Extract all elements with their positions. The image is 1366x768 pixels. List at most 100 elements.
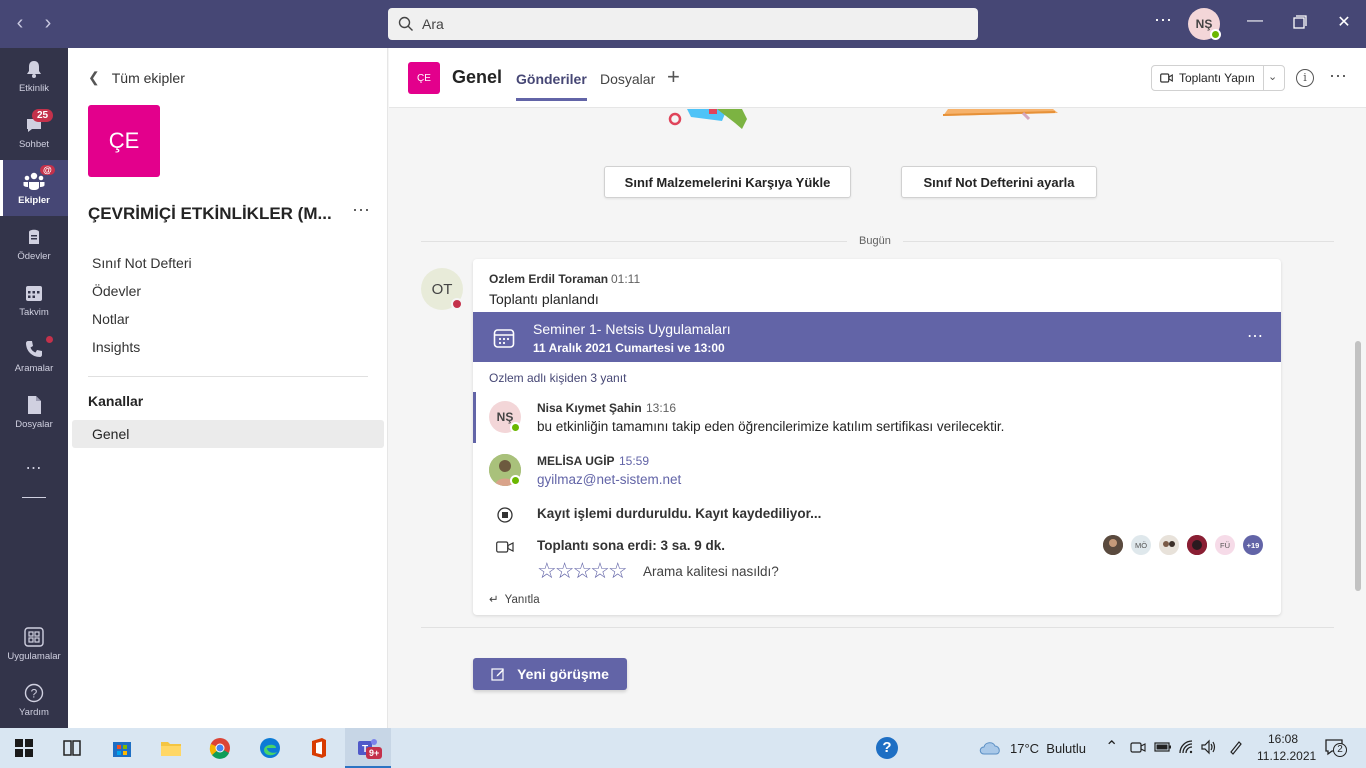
back-arrow-icon[interactable]: ‹ xyxy=(8,12,32,35)
rail-item-activity[interactable]: Etkinlik xyxy=(0,48,68,104)
help-tips-icon[interactable]: ? xyxy=(876,737,898,759)
presence-available-icon xyxy=(510,475,521,486)
panel-link-class-notebook[interactable]: Sınıf Not Defteri xyxy=(92,255,192,271)
presence-available-icon xyxy=(510,422,521,433)
add-tab-icon[interactable]: + xyxy=(667,64,680,90)
tab-files[interactable]: Dosyalar xyxy=(600,71,655,87)
search-input[interactable]: Ara xyxy=(388,8,978,40)
tab-posts[interactable]: Gönderiler xyxy=(516,71,587,101)
rail-label: Yardım xyxy=(19,707,49,718)
rail-item-teams[interactable]: Ekipler @ xyxy=(0,160,68,216)
chevron-down-icon[interactable]: ⌄ xyxy=(1268,70,1277,83)
all-teams-link[interactable]: ❮ Tüm ekipler xyxy=(88,69,185,86)
reply-label: Yanıtla xyxy=(504,594,540,606)
notifications-count: 2 xyxy=(1333,743,1347,757)
participant-avatar[interactable] xyxy=(1159,535,1179,555)
reply-button[interactable]: ↵ Yanıtla xyxy=(489,592,540,606)
search-placeholder: Ara xyxy=(422,16,444,32)
meeting-ended-text: Toplantı sona erdi: 3 sa. 9 dk. xyxy=(537,538,726,553)
rail-label: Etkinlik xyxy=(18,83,50,94)
call-quality-rating[interactable]: ☆☆☆☆☆ xyxy=(537,560,628,582)
participant-avatar[interactable] xyxy=(1187,535,1207,555)
reply-avatar-photo[interactable] xyxy=(489,454,521,486)
team-more-icon[interactable]: ⋯ xyxy=(352,200,370,221)
rail-item-calls[interactable]: Aramalar xyxy=(0,328,68,384)
new-conversation-button[interactable]: Yeni görüşme xyxy=(473,658,627,690)
header-more-icon[interactable]: ⋯ xyxy=(1329,66,1347,87)
edge-icon[interactable] xyxy=(258,736,282,760)
setup-class-notebook-button[interactable]: Sınıf Not Defterini ayarla xyxy=(901,166,1097,198)
replies-summary[interactable]: Ozlem adlı kişiden 3 yanıt xyxy=(489,371,626,385)
pen-icon[interactable] xyxy=(1228,739,1244,755)
teams-badge: 9+ xyxy=(366,747,383,759)
file-icon xyxy=(23,394,45,416)
clock-date[interactable]: 11.12.2021 xyxy=(1257,749,1316,763)
rail-item-chat[interactable]: Sohbet 25 xyxy=(0,104,68,160)
chrome-icon[interactable] xyxy=(208,736,232,760)
chevron-up-icon[interactable]: ⌃ xyxy=(1105,737,1118,757)
participant-avatar[interactable]: FÜ xyxy=(1215,535,1235,555)
channels-heading: Kanallar xyxy=(88,393,144,409)
phone-icon xyxy=(23,338,45,360)
cloud-weather-icon[interactable] xyxy=(978,738,1002,756)
rail-more-icon[interactable]: ⋯ xyxy=(0,440,68,496)
rail-item-help[interactable]: ? Yardım xyxy=(0,672,68,728)
reply-avatar[interactable]: NŞ xyxy=(489,401,521,433)
calendar-icon xyxy=(493,327,515,354)
upload-class-materials-button[interactable]: Sınıf Malzemelerini Karşıya Yükle xyxy=(604,166,851,198)
channel-team-avatar: ÇE xyxy=(408,62,440,94)
main-area: ÇE Genel Gönderiler Dosyalar + Toplantı … xyxy=(389,48,1366,728)
search-icon xyxy=(398,16,413,31)
illustration-notebook xyxy=(943,109,1058,121)
feed-scrollbar[interactable] xyxy=(1355,341,1361,591)
more-participants-badge[interactable]: +19 xyxy=(1243,535,1263,555)
clock-time[interactable]: 16:08 xyxy=(1268,732,1298,746)
rail-label: Ekipler xyxy=(18,195,50,206)
rail-label: Aramalar xyxy=(14,363,54,374)
reply-author: Nisa Kıymet Şahin xyxy=(537,401,642,415)
task-view-icon[interactable] xyxy=(60,736,84,760)
rail-item-assignments[interactable]: Ödevler xyxy=(0,216,68,272)
meet-now-tray-icon[interactable] xyxy=(1130,740,1146,756)
file-explorer-icon[interactable] xyxy=(159,736,183,760)
rail-item-files[interactable]: Dosyalar xyxy=(0,384,68,440)
post-author: Ozlem Erdil Toraman xyxy=(489,272,609,286)
battery-icon[interactable] xyxy=(1154,741,1172,753)
participant-avatar[interactable] xyxy=(1103,535,1123,555)
channel-general[interactable]: Genel xyxy=(72,420,384,448)
meeting-banner[interactable]: Seminer 1- Netsis Uygulamaları 11 Aralık… xyxy=(473,312,1281,362)
panel-link-insights[interactable]: Insights xyxy=(92,339,140,355)
rail-item-apps[interactable]: Uygulamalar xyxy=(0,616,68,672)
microsoft-store-icon[interactable] xyxy=(110,736,134,760)
illustration-classroom xyxy=(668,109,747,129)
wifi-icon[interactable] xyxy=(1178,739,1194,755)
presence-busy-icon xyxy=(451,298,463,310)
reply-avatar-initials: NŞ xyxy=(496,410,514,424)
windows-start-icon[interactable] xyxy=(12,736,36,760)
close-icon[interactable]: ✕ xyxy=(1329,12,1359,32)
info-icon[interactable]: i xyxy=(1296,69,1314,87)
meeting-more-icon[interactable]: ⋯ xyxy=(1247,326,1263,346)
panel-link-grades[interactable]: Notlar xyxy=(92,311,129,327)
meeting-title: Seminer 1- Netsis Uygulamaları xyxy=(533,321,731,337)
chat-badge: 25 xyxy=(32,109,54,122)
meet-now-label: Toplantı Yapın xyxy=(1179,71,1255,85)
forward-arrow-icon[interactable]: › xyxy=(36,12,60,35)
reply-time: 15:59 xyxy=(619,454,650,468)
office-icon[interactable] xyxy=(307,736,331,760)
rail-item-calendar[interactable]: Takvim xyxy=(0,272,68,328)
maximize-icon[interactable] xyxy=(1285,12,1315,34)
reply-email-link[interactable]: gyilmaz@net-sistem.net xyxy=(537,472,681,487)
volume-icon[interactable] xyxy=(1200,739,1218,755)
minimize-icon[interactable]: — xyxy=(1240,12,1270,30)
weather-text[interactable]: 17°C Bulutlu xyxy=(1010,741,1086,756)
teams-taskbar-item[interactable]: T 9+ xyxy=(345,728,391,768)
settings-more-icon[interactable]: ⋯ xyxy=(1154,10,1173,31)
participant-avatar[interactable]: MÖ xyxy=(1131,535,1151,555)
meet-now-button[interactable]: Toplantı Yapın ⌄ xyxy=(1151,65,1285,91)
team-panel: ❮ Tüm ekipler ÇE ÇEVRİMİÇİ ETKİNLİKLER (… xyxy=(68,48,388,728)
panel-link-assignments[interactable]: Ödevler xyxy=(92,283,141,299)
notifications-icon[interactable]: 2 xyxy=(1324,738,1347,757)
user-avatar[interactable]: NŞ xyxy=(1188,8,1221,40)
assignments-icon xyxy=(23,226,45,248)
